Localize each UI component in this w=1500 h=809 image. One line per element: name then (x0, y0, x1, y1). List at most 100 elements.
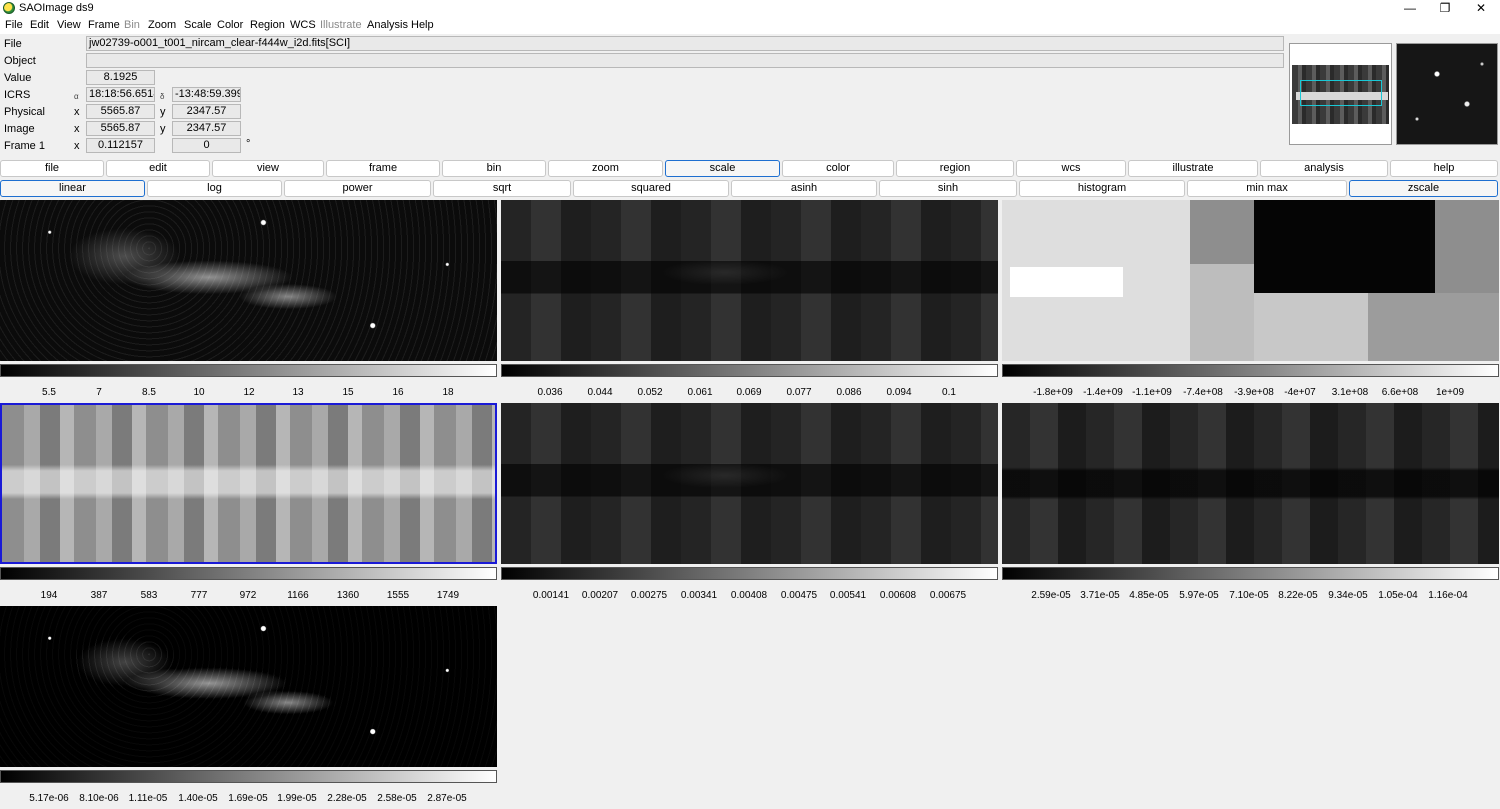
frame-6-image[interactable] (1002, 403, 1499, 564)
btn-linear[interactable]: linear (0, 180, 145, 197)
cbar2-tick: 0.086 (836, 387, 862, 398)
cbar4-tick: 972 (239, 590, 257, 601)
cbar3-tick: -3.9e+08 (1234, 387, 1274, 398)
btn-view[interactable]: view (212, 160, 324, 177)
frame-label: Frame 1 (4, 140, 45, 152)
frame-1-image[interactable] (0, 200, 497, 361)
btn-analysis[interactable]: analysis (1260, 160, 1388, 177)
value-label: Value (4, 72, 32, 84)
cbar6-tick: 5.97e-05 (1179, 590, 1219, 601)
close-icon[interactable]: ✕ (1463, 0, 1499, 17)
cbar3-tick: -4e+07 (1284, 387, 1316, 398)
menu-help[interactable]: Help (411, 19, 434, 31)
btn-frame[interactable]: frame (326, 160, 440, 177)
cbar6-tick: 8.22e-05 (1278, 590, 1318, 601)
frame-4-image-current[interactable] (0, 403, 497, 564)
menu-bar: File Edit View Frame Bin Zoom Scale Colo… (0, 17, 1500, 34)
btn-color[interactable]: color (782, 160, 894, 177)
btn-region[interactable]: region (896, 160, 1014, 177)
title-bar: SAOImage ds9 — ❐ ✕ (0, 0, 1500, 17)
btn-sinh[interactable]: sinh (879, 180, 1017, 197)
cbar4-tick: 387 (90, 590, 108, 601)
cbar1-tick: 10 (193, 387, 205, 398)
btn-asinh[interactable]: asinh (731, 180, 877, 197)
magnifier (1396, 43, 1498, 145)
cbar6-tick: 2.59e-05 (1031, 590, 1071, 601)
btn-squared[interactable]: squared (573, 180, 729, 197)
btn-help[interactable]: help (1390, 160, 1498, 177)
btn-zscale[interactable]: zscale (1349, 180, 1498, 197)
btn-sqrt[interactable]: sqrt (433, 180, 571, 197)
cbar5-tick: 0.00275 (630, 590, 668, 601)
btn-bin[interactable]: bin (442, 160, 546, 177)
btn-file[interactable]: file (0, 160, 104, 177)
cbar1-tick: 5.5 (42, 387, 56, 398)
cbar6-tick: 1.05e-04 (1378, 590, 1418, 601)
menu-wcs[interactable]: WCS (290, 19, 316, 31)
maximize-icon[interactable]: ❐ (1427, 0, 1463, 17)
btn-wcs[interactable]: wcs (1016, 160, 1126, 177)
cbar7-tick: 1.11e-05 (128, 793, 168, 804)
cbar6-tick: 1.16e-04 (1428, 590, 1468, 601)
panner[interactable] (1289, 43, 1392, 145)
menu-illustrate[interactable]: Illustrate (320, 19, 362, 31)
cbar4-tick: 194 (40, 590, 58, 601)
cbar5-tick: 0.00475 (780, 590, 818, 601)
btn-edit[interactable]: edit (106, 160, 210, 177)
physical-y-letter: y (160, 106, 166, 118)
btn-illustrate[interactable]: illustrate (1128, 160, 1258, 177)
image-x-value: 5565.87 (86, 121, 155, 136)
btn-scale[interactable]: scale (665, 160, 780, 177)
frame-5-image[interactable] (501, 403, 998, 564)
cbar2-tick: 0.069 (736, 387, 762, 398)
cbar5-tick: 0.00608 (879, 590, 917, 601)
cbar1-tick: 12 (243, 387, 255, 398)
menu-bin[interactable]: Bin (124, 19, 140, 31)
menu-frame[interactable]: Frame (88, 19, 120, 31)
icrs-dec-value: -13:48:59.399 (172, 87, 241, 102)
physical-label: Physical (4, 106, 45, 118)
cbar2-tick: 0.094 (886, 387, 912, 398)
btn-log[interactable]: log (147, 180, 282, 197)
icrs-ra-value: 18:18:56.6518 (86, 87, 155, 102)
cbar2-tick: 0.044 (587, 387, 613, 398)
degree-symbol: ° (246, 138, 251, 150)
menu-scale[interactable]: Scale (184, 19, 212, 31)
cbar3-tick: 1e+09 (1435, 387, 1465, 398)
colorbar-6 (1002, 567, 1499, 580)
cbar2-tick: 0.077 (786, 387, 812, 398)
physical-y-value: 2347.57 (172, 104, 241, 119)
menu-file[interactable]: File (5, 19, 23, 31)
colorbar-7 (0, 770, 497, 783)
cbar2-tick: 0.036 (537, 387, 563, 398)
frame-7-image[interactable] (0, 606, 497, 767)
cbar6-tick: 3.71e-05 (1080, 590, 1120, 601)
colorbar-2 (501, 364, 998, 377)
btn-zoom[interactable]: zoom (548, 160, 663, 177)
menu-analysis[interactable]: Analysis (367, 19, 408, 31)
cbar2-tick: 0.052 (637, 387, 663, 398)
minimize-icon[interactable]: — (1392, 0, 1428, 17)
frame-2-image[interactable] (501, 200, 998, 361)
frame-zoom-value: 0.112157 (86, 138, 155, 153)
image-label: Image (4, 123, 35, 135)
menu-zoom[interactable]: Zoom (148, 19, 176, 31)
menu-color[interactable]: Color (217, 19, 243, 31)
cbar4-tick: 1360 (336, 590, 360, 601)
colorbar-5 (501, 567, 998, 580)
menu-region[interactable]: Region (250, 19, 285, 31)
cbar5-tick: 0.00141 (532, 590, 570, 601)
cbar7-tick: 1.69e-05 (228, 793, 268, 804)
pixel-value: 8.1925 (86, 70, 155, 85)
panner-view-box[interactable] (1300, 80, 1382, 106)
file-value: jw02739-o001_t001_nircam_clear-f444w_i2d… (86, 36, 1284, 51)
frame-3-image[interactable] (1002, 200, 1499, 361)
btn-minmax[interactable]: min max (1187, 180, 1347, 197)
menu-view[interactable]: View (57, 19, 81, 31)
cbar7-tick: 1.40e-05 (178, 793, 218, 804)
cbar4-tick: 1555 (386, 590, 410, 601)
btn-histogram[interactable]: histogram (1019, 180, 1185, 197)
menu-edit[interactable]: Edit (30, 19, 49, 31)
icrs-label: ICRS (4, 89, 31, 101)
btn-power[interactable]: power (284, 180, 431, 197)
